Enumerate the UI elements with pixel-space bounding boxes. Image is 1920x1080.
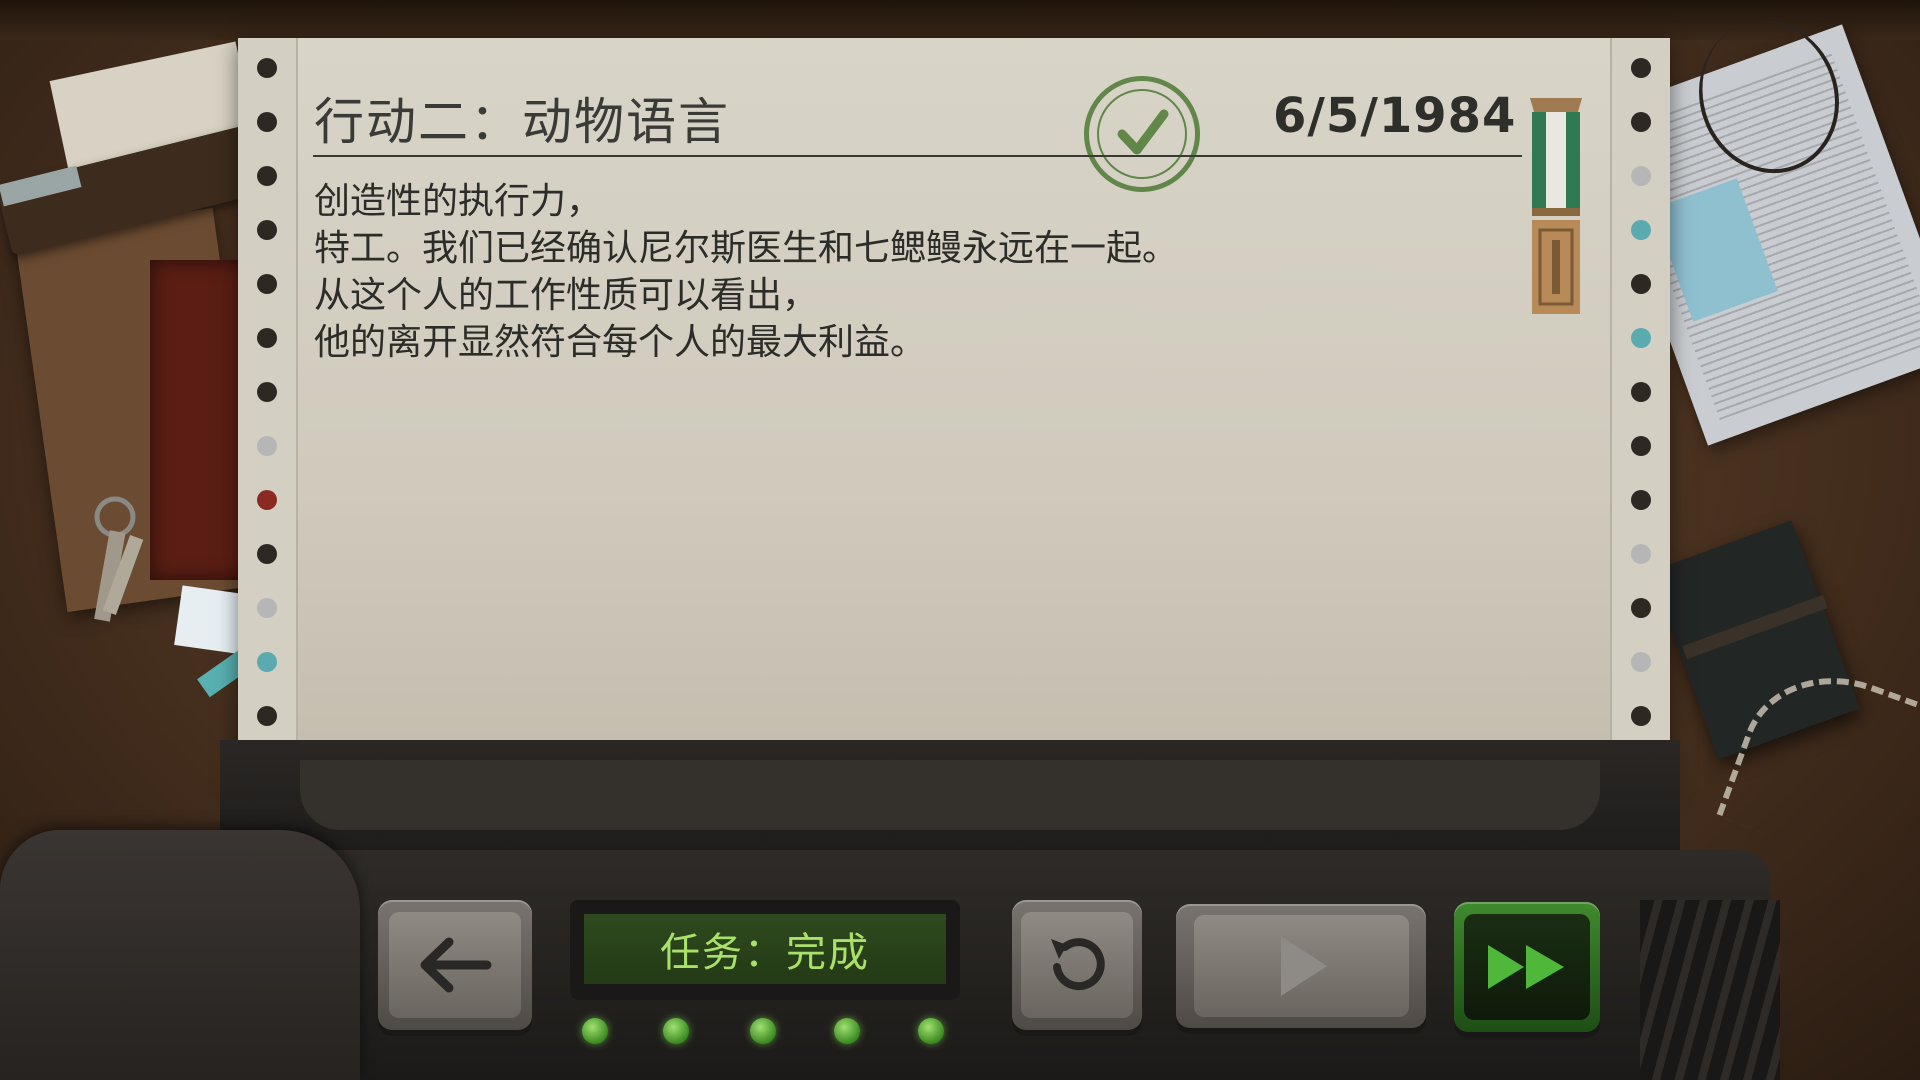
report-title: 行动二：动物语言 [314, 93, 730, 151]
indicator-led [663, 1018, 689, 1044]
indicator-led [918, 1018, 944, 1044]
fast-forward-icon [1487, 945, 1564, 989]
paper-feed-strip-left [238, 38, 298, 790]
speaker-grille [1640, 900, 1780, 1080]
header-divider [313, 155, 1522, 157]
indicator-led [834, 1018, 860, 1044]
play-button[interactable] [1176, 904, 1426, 1028]
report-date: 6/5/1984 [1273, 88, 1517, 144]
back-button[interactable] [378, 900, 532, 1030]
report-line: 从这个人的工作性质可以看出， [314, 275, 819, 316]
indicator-led [582, 1018, 608, 1044]
status-display: 任务：完成 [584, 914, 946, 984]
fast-forward-button[interactable] [1454, 902, 1600, 1032]
phone-handset [0, 830, 360, 1080]
arrow-left-icon [420, 937, 492, 993]
keys-icon [94, 496, 144, 622]
checkmark-stamp-icon [1084, 76, 1200, 192]
play-icon [1281, 935, 1327, 996]
console-lip [300, 760, 1600, 830]
report-line: 创造性的执行力， [314, 181, 603, 222]
restart-button[interactable] [1012, 900, 1142, 1030]
restart-icon [1050, 938, 1105, 991]
indicator-led [750, 1018, 776, 1044]
medal-ribbon-icon [1530, 98, 1582, 314]
report-line: 他的离开显然符合每个人的最大利益。 [314, 322, 927, 363]
desk-edge [0, 0, 1920, 40]
report-line: 特工。我们已经确认尼尔斯医生和七鳃鳗永远在一起。 [314, 228, 1179, 269]
report-body: 创造性的执行力， 特工。我们已经确认尼尔斯医生和七鳃鳗永远在一起。 从这个人的工… [314, 178, 1178, 366]
report-paper: 行动二：动物语言 6/5/1984 创造性的执行力， 特工。我们已经确认尼尔斯医… [238, 38, 1670, 790]
paper-feed-strip-right [1610, 38, 1670, 790]
